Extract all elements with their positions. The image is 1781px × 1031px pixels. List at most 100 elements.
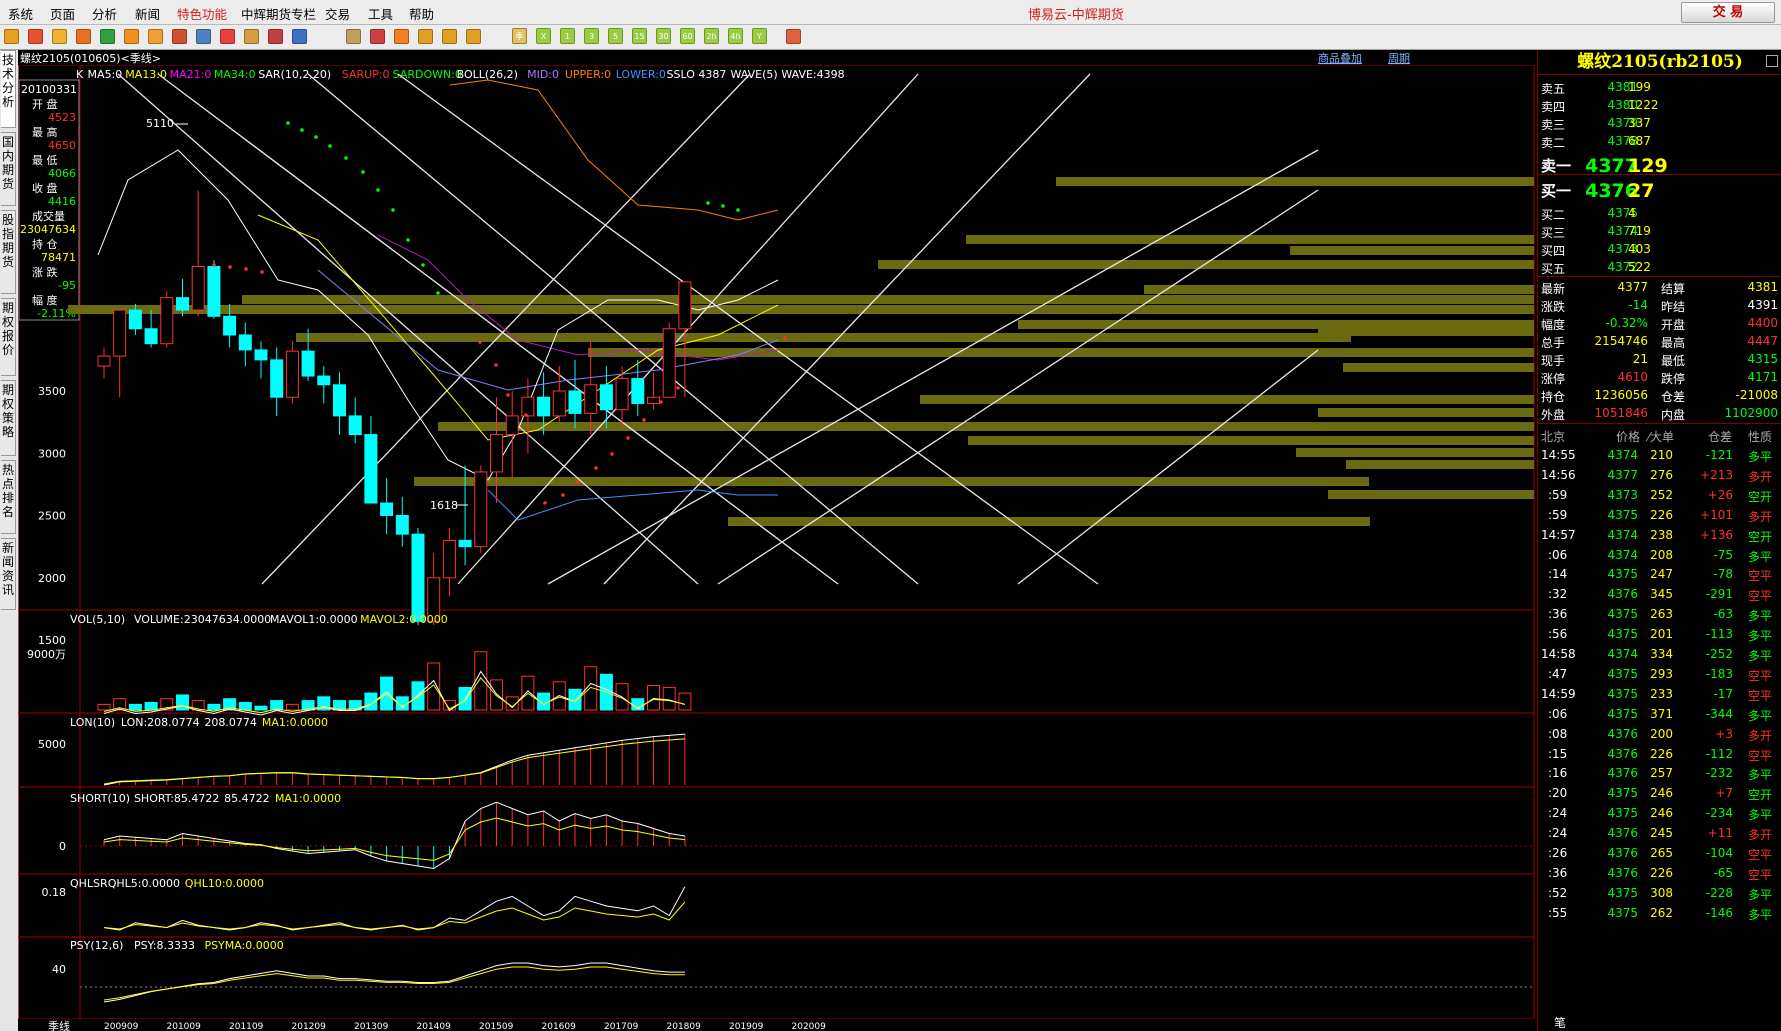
back-icon[interactable] (4, 29, 19, 44)
candle (97, 347, 111, 379)
side-tab-0[interactable]: 技术分析 (1, 50, 16, 128)
period-button-6[interactable]: 3 (584, 28, 599, 44)
ask-volume: 687 (1628, 134, 1651, 148)
period-button-8[interactable]: 15 (632, 28, 647, 44)
menu-item-5[interactable]: 中辉期货专栏 (241, 4, 316, 23)
stat-row: 幅度 -0.32% 开盘 4400 (1538, 314, 1781, 334)
kline-chart[interactable]: 螺纹2105(010605)<季线> 商品叠加 周期 K MA5:0 MA13:0 MA21… (18, 50, 1536, 1031)
trade-button[interactable]: 交 易 (1681, 2, 1775, 23)
pen-icon[interactable] (196, 29, 211, 44)
tick-row: :56 4375 201 -113 多平 (1538, 625, 1781, 645)
month-icon[interactable] (466, 29, 481, 44)
menu-item-1[interactable]: 页面 (50, 4, 75, 23)
menu-item-7[interactable]: 工具 (368, 4, 393, 23)
menu-item-8[interactable]: 帮助 (409, 4, 434, 23)
candle-body (395, 515, 409, 535)
window-icon[interactable] (172, 29, 187, 44)
footer-label[interactable]: 笔 (1554, 1014, 1566, 1031)
trough-label: 1618 (430, 499, 458, 512)
period-button-13[interactable]: Y (752, 28, 767, 44)
side-tab-5[interactable]: 热点排名 (1, 460, 16, 534)
x-axis-title: 季线 (48, 1019, 70, 1031)
home-icon[interactable] (28, 29, 43, 44)
tick-time: :36 (1548, 607, 1568, 622)
tick-volume: 208 (1650, 547, 1673, 562)
side-tab-6[interactable]: 新闻资讯 (1, 538, 16, 610)
sar-dot (783, 336, 787, 340)
period-button-3[interactable]: 季 (512, 28, 527, 44)
menu-item-6[interactable]: 交易 (325, 4, 350, 23)
candle-body (442, 539, 456, 579)
filter-icon[interactable] (244, 29, 259, 44)
day-icon[interactable] (418, 29, 433, 44)
window-icon[interactable] (1766, 55, 1778, 67)
tick-nature: 空平 (1748, 668, 1773, 683)
sar-dot (436, 291, 440, 295)
stat-value: 1051846 (1594, 406, 1648, 420)
subpanel-label: SHORT:85.4722 (134, 792, 219, 805)
candle-body (615, 378, 629, 411)
tick-oi-change: -344 (1705, 706, 1733, 721)
menu-item-2[interactable]: 分析 (92, 4, 117, 23)
grid-icon[interactable] (292, 29, 307, 44)
info-label: 最 低 (32, 154, 58, 167)
tick-nature: 空开 (1748, 529, 1773, 544)
mavol1-line (103, 670, 686, 716)
tick-nature: 多开 (1748, 509, 1773, 524)
period-button-11[interactable]: 2h (704, 28, 719, 44)
period-button-9[interactable]: 30 (656, 28, 671, 44)
menu-item-3[interactable]: 新闻 (135, 4, 160, 23)
draw-icon[interactable] (220, 29, 235, 44)
table-icon[interactable] (346, 29, 361, 44)
x-axis-date: 201009 (167, 1022, 202, 1031)
chart-header-bg (18, 50, 1536, 65)
side-tab-4[interactable]: 期权策略 (1, 380, 16, 456)
x-axis-date: 201409 (417, 1022, 452, 1031)
stat-value: -14 (1628, 298, 1648, 312)
new-icon[interactable] (268, 29, 283, 44)
week-icon[interactable] (442, 29, 457, 44)
period-button-10[interactable]: 60 (680, 28, 695, 44)
tick-volume: 293 (1650, 666, 1673, 681)
info-value: 23047634 (20, 223, 76, 236)
subpanel-label: PSY:8.3333 (134, 939, 195, 952)
line-chart-icon[interactable] (370, 29, 385, 44)
tick-icon[interactable] (394, 29, 409, 44)
page-icon[interactable] (52, 29, 67, 44)
side-tab-1[interactable]: 国内期货 (1, 132, 16, 206)
ask-row: 卖四 4380 1222 (1538, 96, 1781, 116)
bid-volume: 27 (1628, 180, 1655, 202)
chart-area[interactable]: 螺纹2105(010605)<季线> 商品叠加 周期 K MA5:0 MA13:0 MA21… (18, 50, 1536, 1031)
sar-dot (626, 436, 630, 440)
sar-dot (361, 170, 365, 174)
period-button-7[interactable]: 5 (608, 28, 623, 44)
volume-profile-bar (1296, 448, 1534, 457)
doc-icon[interactable] (76, 29, 91, 44)
ask-row: 卖一 4377 129 (1538, 155, 1781, 177)
side-tab-2[interactable]: 股指期货 (1, 210, 16, 294)
period-button-4[interactable]: X (536, 28, 551, 44)
menu-item-0[interactable]: 系统 (8, 4, 33, 23)
bid-volume: 522 (1628, 260, 1651, 274)
menu-item-4[interactable]: 特色功能 (177, 4, 227, 23)
indicator-label: SARDOWN:0 (393, 68, 462, 81)
calendar-icon[interactable] (786, 29, 801, 44)
candle-body (458, 539, 472, 548)
info-label: 收 盘 (32, 181, 58, 195)
subpanel-label: QHLSR (70, 877, 108, 890)
bid-label: 买一 (1541, 182, 1572, 200)
candle-body (160, 297, 174, 345)
lon-axis-label: 5000 (38, 738, 66, 751)
volume-bar (458, 686, 472, 711)
zoom-out-icon[interactable] (148, 29, 163, 44)
period-button-5[interactable]: 1 (560, 28, 575, 44)
zoom-in-icon[interactable] (124, 29, 139, 44)
side-tab-3[interactable]: 期权报价 (1, 298, 16, 376)
stat-value: 1236056 (1594, 388, 1648, 402)
tick-row: :26 4376 265 -104 空平 (1538, 844, 1781, 864)
indicator-label: MA13:0 (125, 68, 167, 81)
refresh-icon[interactable] (100, 29, 115, 44)
period-button-12[interactable]: 4h (728, 28, 743, 44)
lon-ma-line (103, 738, 685, 785)
tick-nature: 空平 (1748, 848, 1773, 862)
